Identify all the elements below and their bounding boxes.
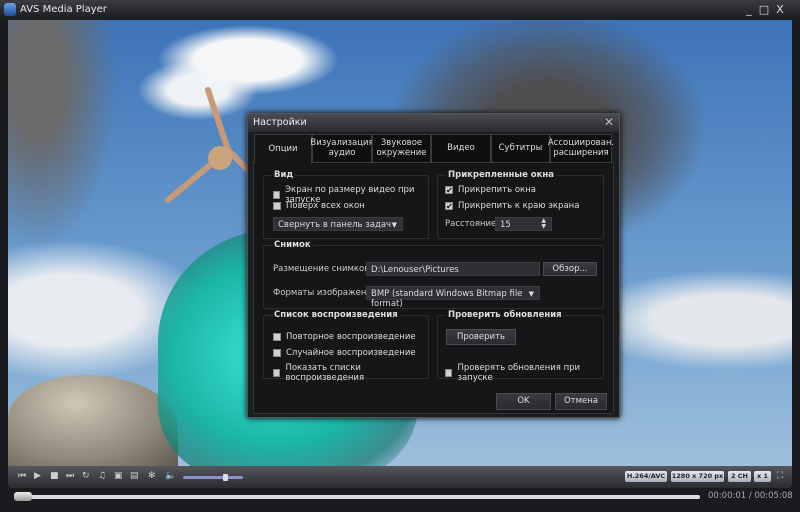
image-format-label: Форматы изображений: (273, 288, 381, 298)
tab-options[interactable]: Опции (254, 134, 312, 164)
volume-icon[interactable]: 🔈 (165, 471, 176, 481)
show-playlists-label: Показать списки воспроизведения (285, 363, 365, 383)
image-format-select[interactable]: BMP (standard Windows Bitmap file format… (366, 286, 540, 309)
group-view-title: Вид (272, 170, 296, 180)
minimize-behavior-select[interactable]: Свернуть в панель задач ▼ (273, 217, 403, 231)
image-format-value: BMP (standard Windows Bitmap file format… (371, 289, 523, 309)
speed-badge[interactable]: x 1 (754, 471, 771, 482)
checkbox-icon (273, 202, 281, 210)
group-updates: Проверить обновления Проверить Проверять… (437, 310, 604, 383)
repeat-label: Повторное воспроизведение (286, 332, 416, 342)
checkmark-icon: ✔ (445, 186, 453, 195)
check-on-start-checkbox[interactable]: Проверять обновления при запуске (445, 363, 603, 383)
on-top-label: Поверх всех окон (286, 201, 365, 211)
distance-spinner[interactable]: 15 ▲ ▼ (495, 217, 552, 231)
checkbox-icon (445, 369, 453, 377)
snapshot-location-input[interactable]: D:\Lenouser\Pictures (366, 262, 540, 276)
minimize-button[interactable]: _ (743, 3, 755, 16)
checkbox-icon (273, 191, 281, 199)
time-display: 00:00:01 / 00:05:08 (708, 491, 793, 501)
tab-video[interactable]: Видео (431, 134, 491, 163)
app-title: AVS Media Player (20, 4, 107, 15)
check-updates-button[interactable]: Проверить (446, 329, 516, 345)
playlist-icon[interactable]: ▤ (130, 471, 139, 481)
settings-gear-icon[interactable]: ✻ (148, 471, 156, 481)
shuffle-label: Случайное воспроизведение (286, 348, 416, 358)
show-playlists-checkbox[interactable]: Показать списки воспроизведения (273, 363, 428, 383)
dock-windows-checkbox[interactable]: ✔ Прикрепить окна (445, 185, 536, 195)
checkbox-icon (273, 349, 281, 357)
chevron-down-icon: ▼ (528, 290, 534, 298)
app-logo-icon (4, 3, 16, 16)
stop-icon[interactable]: ■ (50, 471, 59, 481)
minimize-select-value: Свернуть в панель задач (278, 220, 392, 230)
group-updates-title: Проверить обновления (446, 310, 564, 320)
dock-windows-label: Прикрепить окна (458, 185, 536, 195)
distance-label: Расстояние: (445, 219, 500, 229)
group-playlist-title: Список воспроизведения (272, 310, 400, 320)
resolution-badge: 1280 x 720 px (671, 471, 724, 482)
dialog-title: Настройки (253, 117, 307, 128)
chevron-down-icon: ▼ (391, 221, 397, 229)
total-time: 00:05:08 (754, 491, 793, 501)
tab-file-associations[interactable]: Ассоциирован. расширения (548, 134, 614, 163)
repeat-checkbox[interactable]: Повторное воспроизведение (273, 332, 416, 342)
next-icon[interactable]: ⏭ (66, 471, 74, 481)
title-bar (0, 0, 800, 20)
tab-surround[interactable]: Звуковое окружение (372, 134, 431, 163)
browse-button[interactable]: Обзор... (543, 262, 597, 276)
repeat-icon[interactable]: ↻ (82, 471, 90, 481)
volume-knob[interactable] (223, 474, 228, 481)
group-docked-windows: Прикрепленные окна ✔ Прикрепить окна ✔ При… (437, 170, 604, 239)
group-snapshot: Снимок Размещение снимков: D:\Lenouser\P… (263, 240, 604, 309)
on-top-checkbox[interactable]: Поверх всех окон (273, 201, 365, 211)
seek-bar[interactable] (16, 495, 700, 499)
snapshot-icon[interactable]: ▣ (114, 471, 123, 481)
dock-edge-checkbox[interactable]: ✔ Прикрепить к краю экрана (445, 201, 579, 211)
check-on-start-label: Проверять обновления при запуске (457, 363, 581, 383)
seek-knob[interactable] (14, 492, 32, 501)
group-docked-title: Прикрепленные окна (446, 170, 557, 180)
checkmark-icon: ✔ (445, 202, 453, 211)
checkbox-icon (273, 369, 281, 377)
close-button[interactable]: X (774, 3, 786, 16)
tab-audio-visualization[interactable]: Визуализация аудио (310, 134, 374, 163)
shuffle-checkbox[interactable]: Случайное воспроизведение (273, 348, 416, 358)
group-playlist: Список воспроизведения Повторное воспрои… (263, 310, 429, 383)
volume-slider[interactable] (183, 476, 243, 479)
previous-icon[interactable]: ⏮ (18, 471, 26, 481)
fullscreen-icon[interactable]: ⛶ (777, 471, 783, 481)
dialog-close-icon[interactable]: ✕ (604, 115, 614, 129)
ok-button[interactable]: OK (496, 393, 551, 410)
time-separator: / (748, 491, 752, 501)
settings-dialog: Настройки ✕ Опции Визуализация аудио Зву… (247, 113, 620, 418)
distance-value: 15 (500, 220, 511, 230)
maximize-button[interactable]: □ (758, 3, 770, 16)
player-controls: ⏮ ▶ ■ ⏭ ↻ ♫ ▣ ▤ ✻ 🔈 H.264/AVC 1280 x 720… (8, 466, 792, 488)
codec-badge: H.264/AVC (625, 471, 667, 482)
play-icon[interactable]: ▶ (34, 471, 41, 481)
spinner-arrows-icon[interactable]: ▲ ▼ (541, 218, 546, 230)
audio-track-icon[interactable]: ♫ (98, 471, 106, 481)
snapshot-location-label: Размещение снимков: (273, 264, 373, 274)
tab-subtitles[interactable]: Субтитры (491, 134, 550, 163)
cancel-button[interactable]: Отмена (555, 393, 607, 410)
checkbox-icon (273, 333, 281, 341)
dock-edge-label: Прикрепить к краю экрана (458, 201, 580, 211)
group-snapshot-title: Снимок (272, 240, 313, 250)
channels-badge: 2 CH (728, 471, 751, 482)
group-view: Вид Экран по размеру видео при запуске П… (263, 170, 429, 239)
current-time: 00:00:01 (708, 491, 747, 501)
video-rock (8, 375, 178, 466)
